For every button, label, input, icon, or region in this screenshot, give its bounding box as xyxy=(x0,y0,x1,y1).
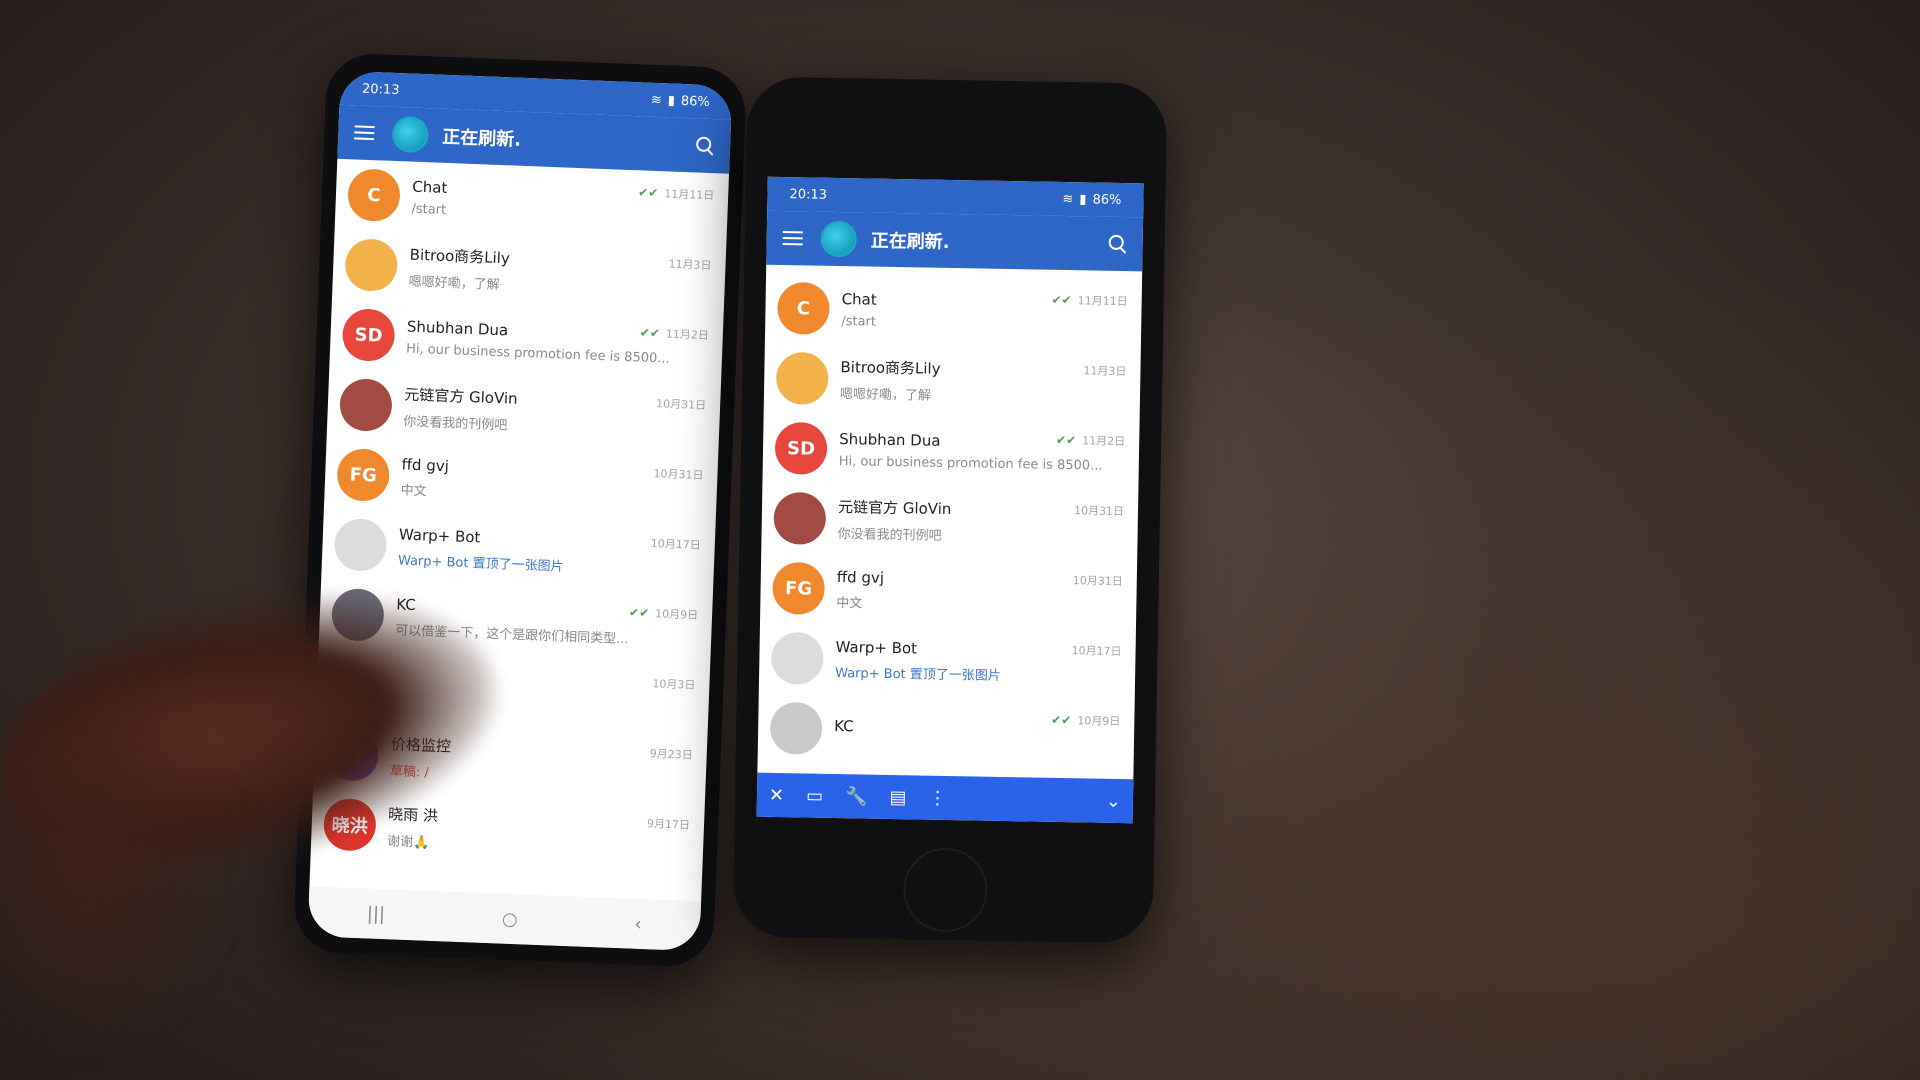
chat-date: 11月3日 xyxy=(668,257,712,273)
hardware-home-button[interactable] xyxy=(902,847,989,933)
remote-toolbar: ✕ ▭ 🔧 ▤ ⋮ ⌄ xyxy=(756,772,1134,824)
chat-row[interactable]: KC ✔✔ 10月9日 xyxy=(758,693,1135,770)
home-button[interactable]: ○ xyxy=(502,908,519,930)
chat-date: 10月31日 xyxy=(653,467,704,483)
chat-date: 11月3日 xyxy=(1083,364,1127,379)
chat-date: 11月11日 xyxy=(1077,294,1128,309)
status-battery: 86% xyxy=(680,93,711,110)
chat-avatar xyxy=(775,351,829,405)
chat-last-message: Warp+ Bot 置顶了一张图片 xyxy=(835,665,1001,684)
chat-last-message: Hi, our business promotion fee is 8500..… xyxy=(838,453,1103,474)
status-battery: 86% xyxy=(1092,191,1122,208)
chat-last-message: 嗯嗯好嘞，了解 xyxy=(839,387,932,404)
chat-date: 10月9日 xyxy=(1077,714,1121,729)
signal-icon: ▮ xyxy=(1079,191,1087,207)
search-icon[interactable] xyxy=(1109,235,1127,253)
chat-date: 11月11日 xyxy=(663,187,715,203)
search-icon[interactable] xyxy=(696,136,715,155)
chat-row[interactable]: C Chat/start ✔✔ 11月11日 xyxy=(765,273,1142,350)
back-button[interactable]: ‹ xyxy=(634,913,642,934)
chat-avatar: C xyxy=(777,281,830,335)
chat-avatar: FG xyxy=(336,447,391,502)
read-check-icon: ✔✔ xyxy=(639,325,661,341)
chat-date: 11月2日 xyxy=(665,327,710,343)
right-phone-screen: 20:13 ≋ ▮ 86% 正在刷新. C Chat/start ✔✔ 11月11日 B… xyxy=(756,176,1144,824)
menu-icon[interactable] xyxy=(354,125,375,141)
chat-row[interactable]: 元链官方 GloVin 你没看我的刊例吧 10月31日 xyxy=(761,483,1138,560)
app-title: 正在刷新. xyxy=(441,126,522,151)
close-icon[interactable]: ✕ xyxy=(769,784,784,805)
read-check-icon: ✔✔ xyxy=(1056,432,1077,448)
chat-avatar xyxy=(344,238,399,293)
hand xyxy=(0,720,240,1060)
chat-avatar: C xyxy=(346,168,401,223)
chat-last-message: 你没看我的刊例吧 xyxy=(837,527,942,544)
chat-icon[interactable]: ▤ xyxy=(889,786,906,807)
app-avatar xyxy=(820,220,858,258)
read-check-icon: ✔✔ xyxy=(637,185,659,201)
recent-apps-button[interactable]: ||| xyxy=(366,903,385,925)
chat-date: 10月17日 xyxy=(1071,644,1122,659)
app-bar: 正在刷新. xyxy=(766,210,1144,272)
chat-date: 9月23日 xyxy=(649,747,693,762)
chat-date: 11月2日 xyxy=(1082,434,1126,449)
screen-icon[interactable]: ▭ xyxy=(806,785,823,806)
chat-date: 10月31日 xyxy=(1072,574,1123,589)
chat-avatar xyxy=(333,517,388,572)
chat-row[interactable]: FG ffd gvj 中文 10月31日 xyxy=(760,553,1137,630)
chat-row[interactable]: SD Shubhan Dua Hi, our business promotion … xyxy=(762,413,1139,490)
system-nav-bar: ||| ○ ‹ xyxy=(307,886,702,952)
read-check-icon: ✔✔ xyxy=(1051,292,1072,308)
chat-last-message: 中文 xyxy=(836,595,863,611)
app-avatar xyxy=(391,115,430,154)
chat-date: 9月17日 xyxy=(646,817,691,832)
chat-date: 10月3日 xyxy=(652,677,696,692)
signal-icon: ▮ xyxy=(667,92,676,109)
more-icon[interactable]: ⋮ xyxy=(928,787,946,808)
read-check-icon: ✔✔ xyxy=(1051,712,1072,728)
wrench-icon[interactable]: 🔧 xyxy=(845,786,868,807)
chevron-down-icon[interactable]: ⌄ xyxy=(1106,790,1121,811)
chat-last-message: 嗯嗯好嘞，了解 xyxy=(408,274,500,294)
wifi-icon: ≋ xyxy=(1062,191,1074,207)
chat-avatar: SD xyxy=(341,308,396,363)
chat-list: C Chat/start ✔✔ 11月11日 Bitroo商务Lily 嗯嗯好嘞，了解 11… xyxy=(758,265,1143,769)
right-phone: 20:13 ≋ ▮ 86% 正在刷新. C Chat/start ✔✔ 11月11日 B… xyxy=(732,76,1168,944)
status-time: 20:13 xyxy=(789,186,828,203)
chat-date: 10月31日 xyxy=(1073,504,1125,519)
chat-avatar xyxy=(338,378,393,432)
chat-avatar xyxy=(769,701,823,755)
wifi-icon: ≋ xyxy=(650,92,663,108)
chat-last-message: Warp+ Bot 置顶了一张图片 xyxy=(397,552,564,575)
chat-last-message: 谢谢🙏 xyxy=(386,834,430,851)
status-time: 20:13 xyxy=(361,81,400,98)
chat-avatar xyxy=(770,631,824,685)
chat-date: 10月17日 xyxy=(650,537,702,552)
chat-avatar: FG xyxy=(772,561,826,615)
chat-last-message: /start xyxy=(841,313,877,330)
read-check-icon: ✔✔ xyxy=(628,605,650,621)
chat-avatar xyxy=(773,491,827,545)
chat-avatar: SD xyxy=(774,421,828,475)
chat-date: 10月9日 xyxy=(654,607,699,622)
app-title: 正在刷新. xyxy=(870,230,950,253)
chat-last-message: 你没看我的刊例吧 xyxy=(403,414,508,434)
chat-last-message: 中文 xyxy=(400,482,427,499)
chat-row[interactable]: Bitroo商务Lily 嗯嗯好嘞，了解 11月3日 xyxy=(764,343,1141,420)
chat-row[interactable]: Warp+ Bot Warp+ Bot 置顶了一张图片 10月17日 xyxy=(759,623,1136,700)
chat-last-message xyxy=(834,741,1134,746)
chat-date: 10月31日 xyxy=(655,397,707,413)
menu-icon[interactable] xyxy=(782,231,803,246)
